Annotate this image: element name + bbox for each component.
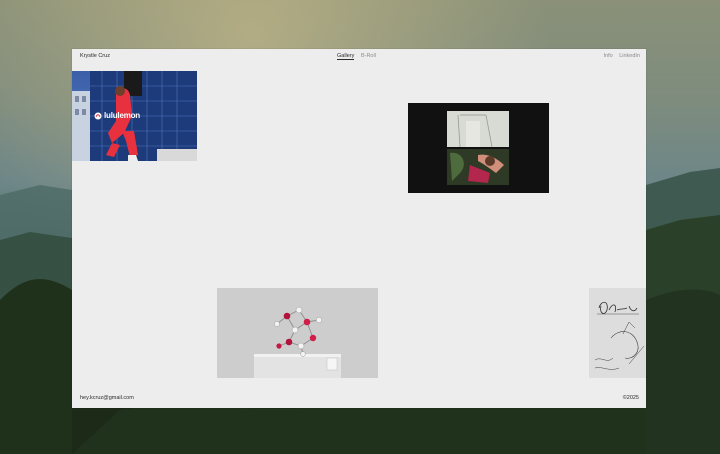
portfolio-window: Krystle Cruz Gallery B-Roll Info LinkedI… bbox=[72, 49, 646, 408]
link-linkedin[interactable]: LinkedIn bbox=[619, 53, 640, 59]
contact-email[interactable]: hey.kcruz@gmail.com bbox=[80, 395, 134, 401]
lululemon-logo: lululemon bbox=[94, 111, 140, 120]
copyright-text: ©2025 bbox=[622, 395, 639, 401]
secondary-nav: Info LinkedIn bbox=[603, 53, 640, 60]
link-info[interactable]: Info bbox=[603, 53, 612, 59]
gallery-tile-molecule[interactable] bbox=[217, 288, 378, 378]
gallery-tile-split-frame[interactable] bbox=[408, 103, 549, 193]
molecule-image bbox=[217, 288, 378, 378]
nav-b-roll[interactable]: B-Roll bbox=[361, 53, 376, 59]
split-frame-image bbox=[447, 111, 509, 185]
site-name[interactable]: Krystle Cruz bbox=[80, 53, 110, 60]
signature-sketch-image bbox=[589, 288, 646, 378]
lululemon-mark-icon bbox=[94, 112, 102, 119]
gallery-tile-lululemon[interactable]: lululemon bbox=[72, 71, 197, 161]
nav-gallery[interactable]: Gallery bbox=[337, 53, 355, 60]
lululemon-wordmark: lululemon bbox=[104, 111, 140, 120]
gallery-tile-signature[interactable] bbox=[589, 288, 646, 378]
main-nav: Gallery B-Roll bbox=[337, 53, 376, 60]
